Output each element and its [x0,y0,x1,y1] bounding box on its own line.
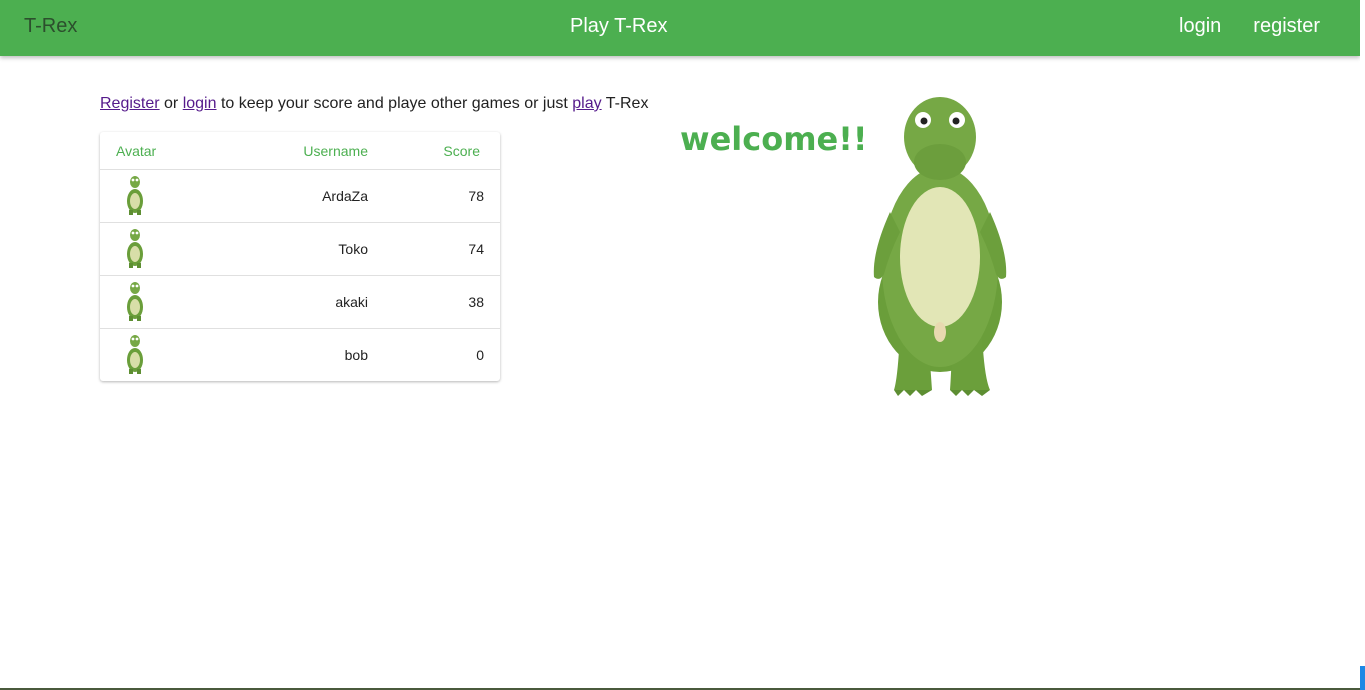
avatar-cell [100,169,192,223]
app-bar: T-Rex Play T-Rex login register [0,0,1360,56]
welcome-heading: welcome!! [680,120,868,158]
login-link[interactable]: login [183,95,217,112]
scrollbar[interactable] [1360,0,1365,690]
nav-login-link[interactable]: login [1179,0,1221,52]
username-cell: akaki [192,275,384,329]
trex-avatar-icon [116,175,146,218]
avatar-cell [100,329,192,382]
table-row[interactable]: Toko 74 [100,222,500,276]
avatar-cell [100,275,192,329]
trex-avatar-icon [116,281,146,324]
play-trex-link[interactable]: Play T-Rex [570,0,667,52]
brand-link[interactable]: T-Rex [24,0,77,52]
username-cell: ArdaZa [192,169,384,223]
score-cell: 0 [476,347,484,363]
score-cell: 38 [384,275,500,329]
trex-mascot-icon [873,97,1007,396]
avatar-column-header[interactable]: Avatar [100,132,192,170]
table-row[interactable]: ArdaZa 78 [100,169,500,223]
username-cell: bob [344,347,368,363]
intro-end-text: T-Rex [601,95,649,112]
register-link[interactable]: Register [100,95,160,112]
scrollbar-thumb[interactable] [1360,666,1365,690]
trex-avatar-icon [116,228,146,271]
table-row[interactable]: bob 0 [100,329,500,382]
score-column-header[interactable]: Score [384,132,500,170]
intro-text: Register or login to keep your score and… [100,95,648,113]
username-column-header[interactable]: Username [192,132,384,170]
score-cell: 74 [384,222,500,276]
leaderboard-card: Avatar Username Score ArdaZa 78 Toko 74 akak… [100,132,500,381]
nav-register-link[interactable]: register [1253,0,1320,52]
score-cell: 78 [384,169,500,223]
leaderboard-table: Avatar Username Score ArdaZa 78 Toko 74 akak… [100,132,500,381]
intro-or-text: or [159,95,183,112]
trex-avatar-icon [116,334,146,377]
intro-middle-text: to keep your score and playe other games… [216,95,573,112]
avatar-cell [100,222,192,276]
play-link[interactable]: play [572,95,601,112]
nav-links: login register [1179,0,1320,52]
username-cell: Toko [192,222,384,276]
table-header-row: Avatar Username Score [100,132,500,170]
table-row[interactable]: akaki 38 [100,275,500,329]
